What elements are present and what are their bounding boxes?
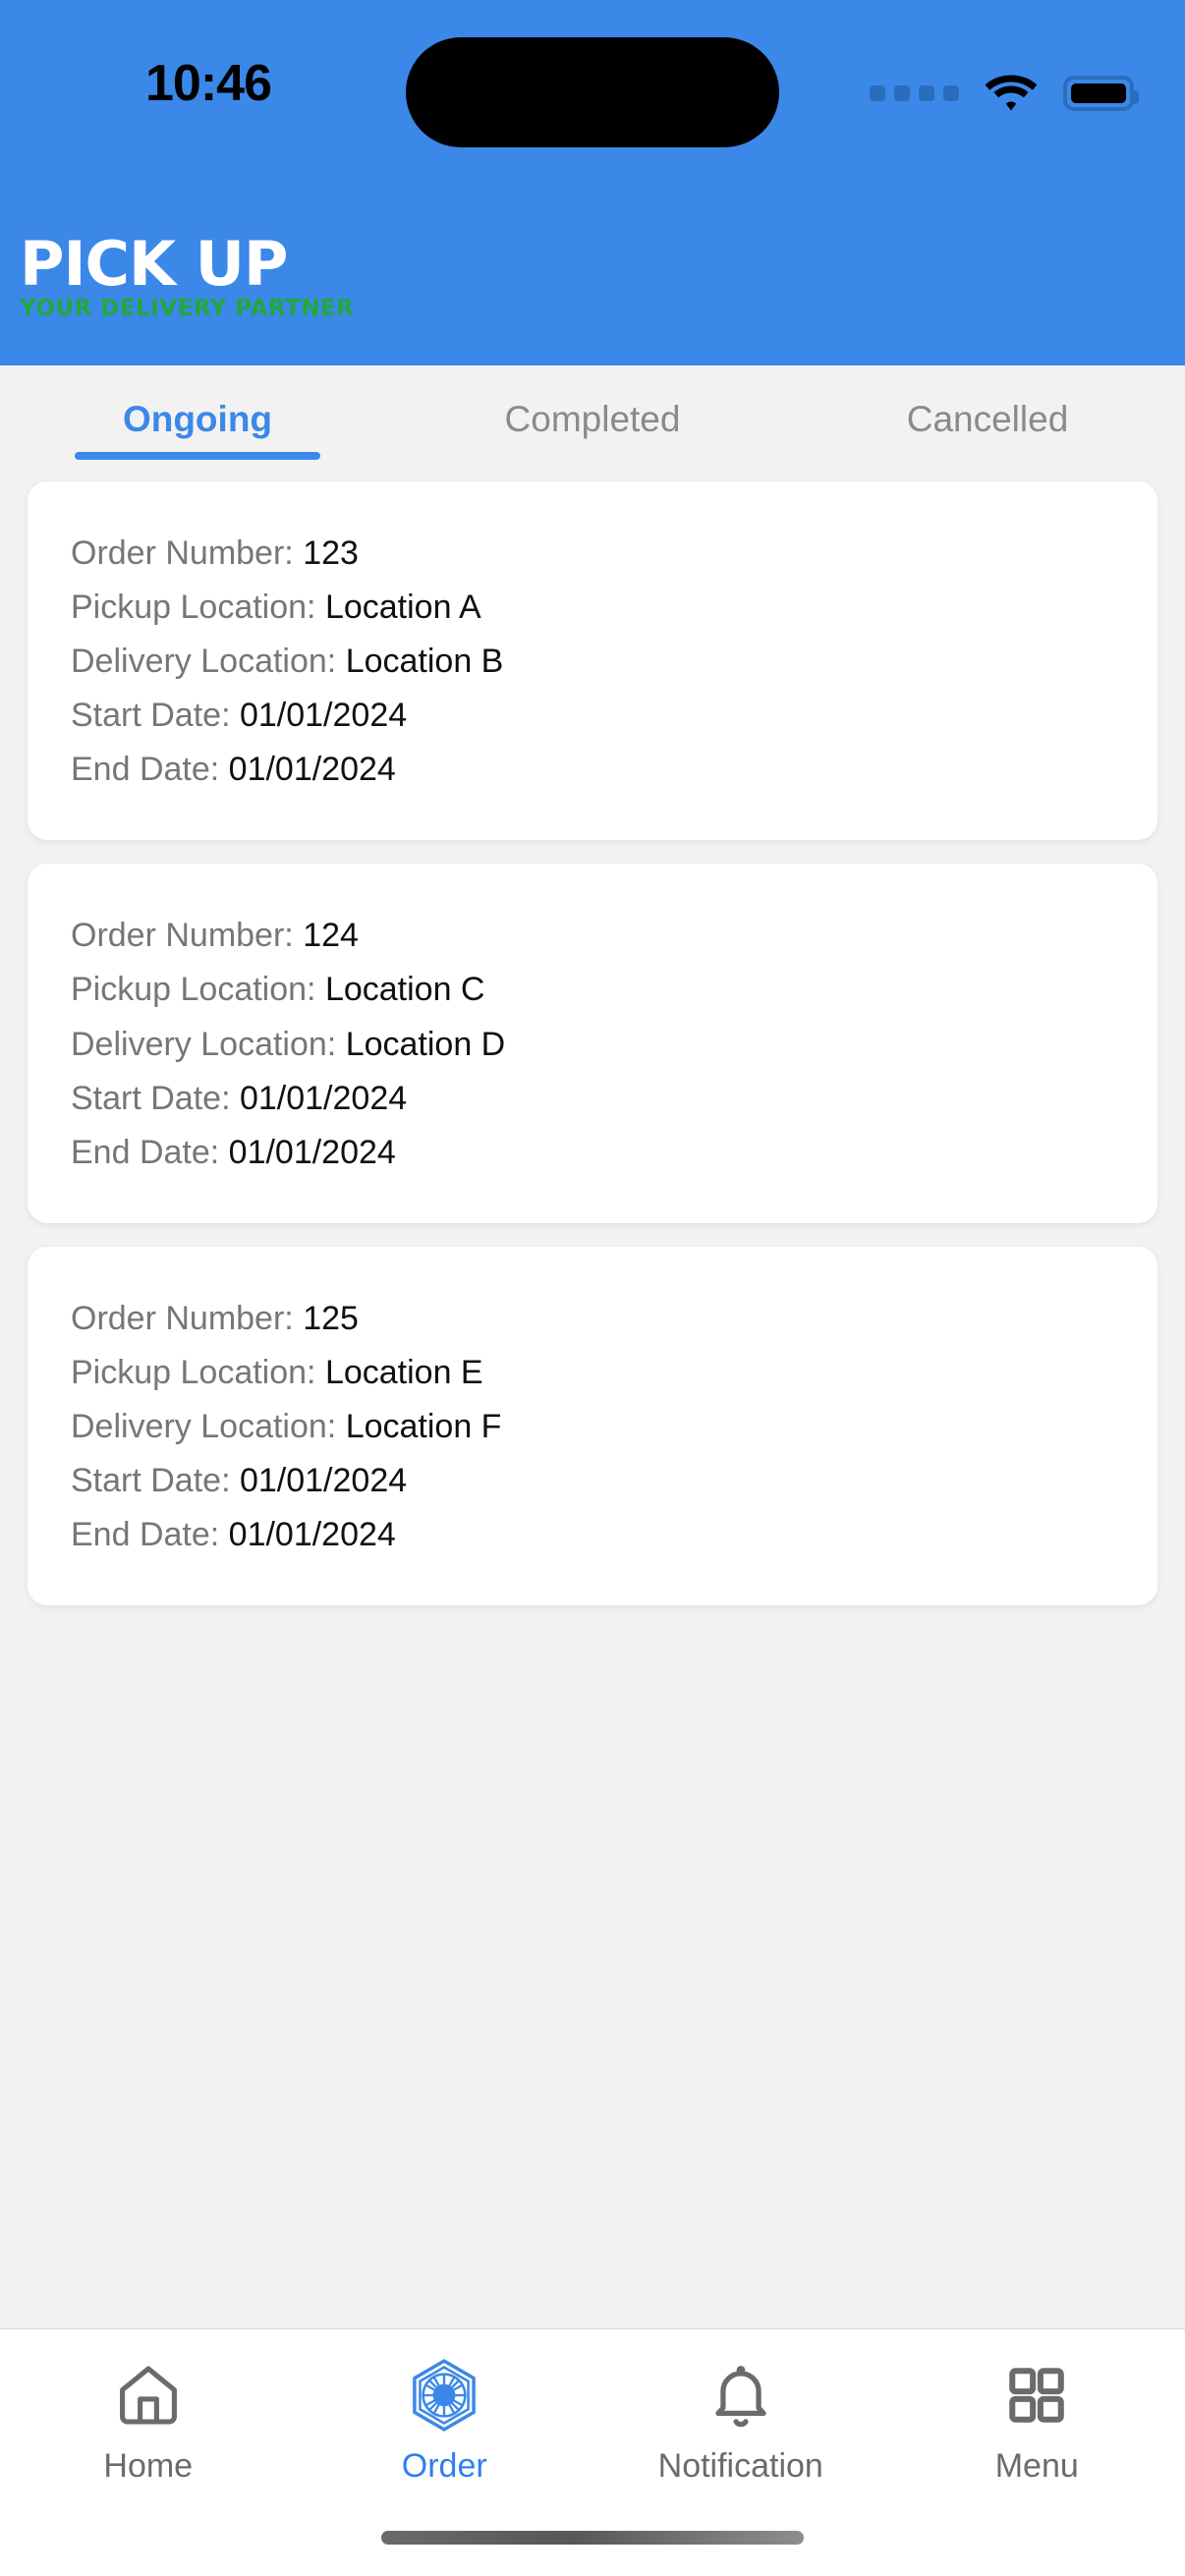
- brand-title: PICK UP: [20, 228, 288, 300]
- end-date-value: 01/01/2024: [228, 751, 396, 789]
- delivery-location-row: Delivery Location: Location B: [71, 635, 1114, 689]
- wifi-icon: [985, 75, 1038, 111]
- nav-item-menu[interactable]: Menu: [889, 2357, 1185, 2486]
- end-date-row: End Date: 01/01/2024: [71, 1508, 1114, 1562]
- tab-ongoing[interactable]: Ongoing: [0, 365, 395, 474]
- order-number-value: 124: [303, 917, 359, 955]
- nav-item-notification-label: Notification: [657, 2447, 823, 2485]
- end-date-row: End Date: 01/01/2024: [71, 1126, 1114, 1180]
- order-list[interactable]: Order Number: 123 Pickup Location: Locat…: [0, 474, 1185, 2328]
- pickup-location-row: Pickup Location: Location C: [71, 963, 1114, 1017]
- delivery-location-label: Delivery Location:: [71, 1025, 346, 1063]
- pickup-location-value: Location E: [324, 1353, 483, 1391]
- pickup-location-value: Location A: [324, 588, 481, 627]
- order-card[interactable]: Order Number: 125 Pickup Location: Locat…: [28, 1246, 1157, 1606]
- brand-logo: PICK UP YOUR DELIVERY PARTNER: [20, 234, 355, 320]
- start-date-row: Start Date: 01/01/2024: [71, 1454, 1114, 1508]
- home-indicator[interactable]: [381, 2531, 804, 2545]
- order-number-row: Order Number: 125: [71, 1292, 1114, 1346]
- pickup-location-label: Pickup Location:: [71, 1353, 325, 1391]
- start-date-label: Start Date:: [71, 697, 240, 735]
- pickup-location-label: Pickup Location:: [71, 971, 325, 1009]
- delivery-location-value: Location D: [345, 1025, 506, 1063]
- app-root: 10:46 PICK UP YOUR DELIVERY PARTNER Ongo…: [0, 0, 1185, 2576]
- dynamic-island: [406, 37, 779, 147]
- delivery-location-value: Location B: [345, 643, 504, 681]
- pickup-location-row: Pickup Location: Location A: [71, 581, 1114, 635]
- end-date-row: End Date: 01/01/2024: [71, 743, 1114, 797]
- pickup-location-value: Location C: [324, 971, 485, 1009]
- nav-item-home-label: Home: [103, 2447, 194, 2485]
- delivery-location-label: Delivery Location:: [71, 643, 346, 681]
- delivery-location-row: Delivery Location: Location D: [71, 1018, 1114, 1072]
- app-header: 10:46 PICK UP YOUR DELIVERY PARTNER: [0, 0, 1185, 365]
- nav-item-order-label: Order: [401, 2447, 487, 2485]
- start-date-value: 01/01/2024: [239, 1079, 408, 1117]
- tab-cancelled-label: Cancelled: [906, 399, 1069, 439]
- end-date-label: End Date:: [71, 1516, 229, 1554]
- home-icon: [113, 2357, 184, 2434]
- end-date-value: 01/01/2024: [228, 1133, 396, 1171]
- tab-cancelled[interactable]: Cancelled: [790, 365, 1185, 474]
- order-card[interactable]: Order Number: 124 Pickup Location: Locat…: [28, 864, 1157, 1223]
- nav-item-home[interactable]: Home: [0, 2357, 297, 2486]
- tab-ongoing-label: Ongoing: [122, 399, 273, 439]
- nav-item-notification[interactable]: Notification: [592, 2357, 889, 2486]
- status-bar-indicators: [870, 59, 1139, 128]
- order-number-label: Order Number:: [71, 1299, 304, 1337]
- delivery-location-row: Delivery Location: Location F: [71, 1400, 1114, 1454]
- battery-icon: [1063, 76, 1139, 111]
- start-date-row: Start Date: 01/01/2024: [71, 689, 1114, 743]
- start-date-label: Start Date:: [71, 1079, 240, 1117]
- status-bar-clock: 10:46: [145, 55, 272, 112]
- pickup-location-row: Pickup Location: Location E: [71, 1346, 1114, 1400]
- order-number-value: 123: [303, 534, 359, 572]
- pickup-location-label: Pickup Location:: [71, 588, 325, 627]
- order-number-label: Order Number:: [71, 534, 304, 572]
- start-date-value: 01/01/2024: [239, 697, 408, 735]
- end-date-value: 01/01/2024: [228, 1516, 396, 1554]
- start-date-row: Start Date: 01/01/2024: [71, 1072, 1114, 1126]
- order-hexagon-icon: [407, 2357, 481, 2434]
- end-date-label: End Date:: [71, 1133, 229, 1171]
- order-number-label: Order Number:: [71, 917, 304, 955]
- signal-dots-icon: [870, 85, 959, 101]
- tab-active-underline: [75, 452, 320, 460]
- order-status-tabs: Ongoing Completed Cancelled: [0, 365, 1185, 474]
- order-number-row: Order Number: 124: [71, 909, 1114, 963]
- order-number-row: Order Number: 123: [71, 527, 1114, 581]
- delivery-location-label: Delivery Location:: [71, 1407, 346, 1445]
- start-date-value: 01/01/2024: [239, 1462, 408, 1500]
- nav-item-menu-label: Menu: [994, 2447, 1079, 2485]
- end-date-label: End Date:: [71, 751, 229, 789]
- tab-completed-label: Completed: [504, 399, 681, 439]
- start-date-label: Start Date:: [71, 1462, 240, 1500]
- brand-tagline: YOUR DELIVERY PARTNER: [20, 296, 355, 321]
- delivery-location-value: Location F: [345, 1407, 502, 1445]
- status-bar: 10:46: [0, 0, 1185, 165]
- order-number-value: 125: [303, 1299, 359, 1337]
- nav-item-order[interactable]: Order: [297, 2357, 593, 2486]
- grid-menu-icon: [1004, 2357, 1069, 2434]
- bell-icon: [706, 2357, 775, 2434]
- bottom-navigation-bar: Home Order Notification Menu: [0, 2328, 1185, 2576]
- tab-completed[interactable]: Completed: [395, 365, 790, 474]
- order-card[interactable]: Order Number: 123 Pickup Location: Locat…: [28, 481, 1157, 841]
